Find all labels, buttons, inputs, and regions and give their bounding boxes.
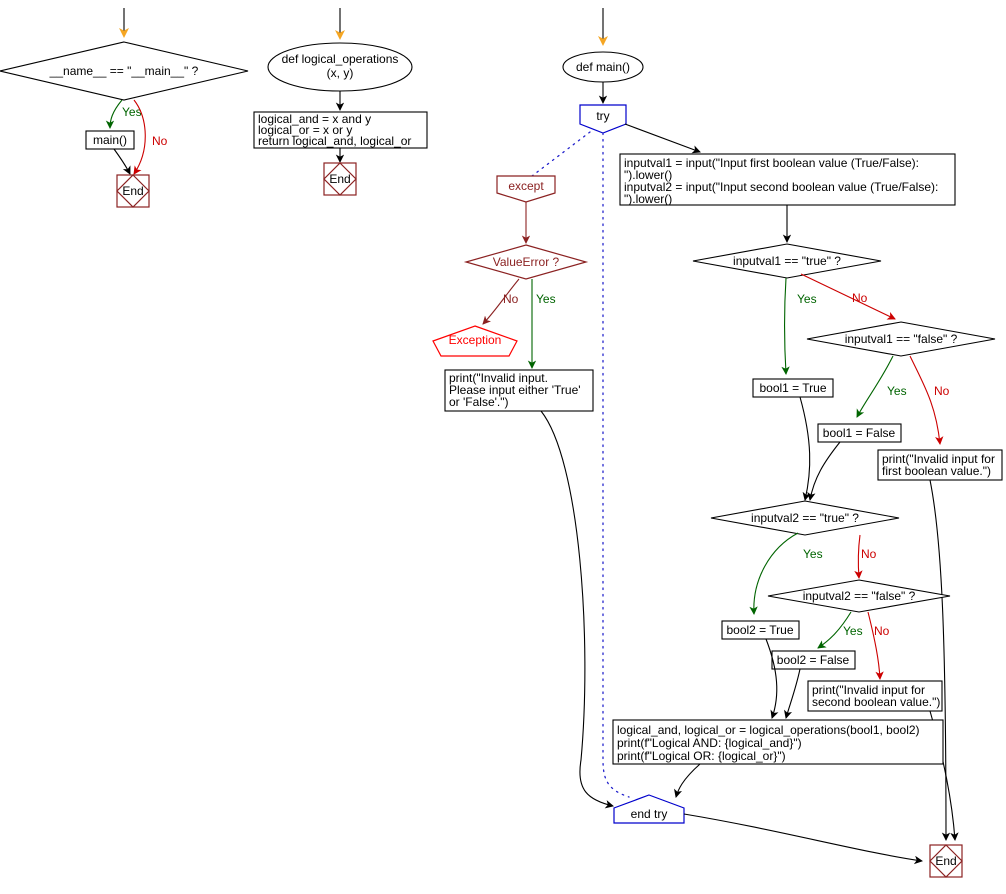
decision-inputval1-false[interactable]: inputval1 == "false" ? (806, 321, 996, 357)
process-inputs-line-4: ").lower() (624, 192, 672, 206)
edge-label-yes-inputval1-true: Yes (797, 292, 817, 306)
process-bool2-false-label: bool2 = False (777, 653, 850, 667)
edge-bool2false-to-callblock (784, 668, 801, 719)
edge-printinvalid-to-endtry (540, 410, 614, 809)
process-print-invalid-second[interactable]: print("Invalid input for second boolean … (807, 680, 943, 712)
edge-inputval1-true-yes: Yes (781, 277, 817, 375)
edge-label-no-inputval2-true: No (861, 547, 877, 561)
process-print-invalid-first[interactable]: print("Invalid input for first boolean v… (877, 449, 1003, 481)
edge-inputval2-false-no: No (867, 611, 890, 680)
decision-inputval2-false[interactable]: inputval2 == "false" ? (767, 579, 951, 613)
decision-value-error[interactable]: ValueError ? (463, 244, 589, 280)
process-bool2-true-label: bool2 = True (726, 623, 793, 637)
process-bool2-false[interactable]: bool2 = False (771, 650, 856, 670)
terminator-exception[interactable]: Exception (432, 325, 518, 357)
decision-inputval2-true-label: inputval2 == "true" ? (751, 511, 859, 525)
edge-label-yes-valueerror: Yes (536, 292, 556, 306)
function-def-logical-operations-line-2: (x, y) (327, 66, 354, 80)
process-call-block-line-3: print(f"Logical OR: {logical_or}") (617, 749, 786, 763)
edge-bool1true-to-inputval2 (799, 396, 811, 501)
edge-label-yes-inputval1-false: Yes (887, 384, 907, 398)
function-def-logical-operations[interactable]: def logical_operations (x, y) (267, 42, 413, 92)
edge-printinvalidfirst-to-end (929, 479, 951, 841)
flowchart-svg: __name__ == "__main__" ? Yes No main() E… (0, 8, 1003, 878)
terminator-end-middle-label: End (329, 172, 350, 186)
function-def-logical-operations-line-1: def logical_operations (282, 52, 399, 66)
edge-try-to-inputs (624, 123, 701, 154)
edge-inputval1-false-no: No (909, 355, 950, 445)
terminator-end-right-label: End (935, 854, 956, 868)
edge-label-no-inputval1-true: No (852, 291, 868, 305)
terminator-end-left-label: End (122, 184, 143, 198)
process-logical-body[interactable]: logical_and = x and y logical_or = x or … (253, 111, 428, 149)
edge-label-no-inputval2-false: No (874, 624, 890, 638)
process-bool2-true[interactable]: bool2 = True (721, 620, 800, 640)
process-print-invalid-first-line-2: first boolean value.") (882, 464, 991, 478)
decision-main-guard[interactable]: __name__ == "__main__" ? (0, 41, 249, 101)
edge-valueerror-yes: Yes (527, 279, 556, 369)
block-try[interactable]: try (579, 104, 627, 134)
process-call-main[interactable]: main() (85, 130, 135, 150)
process-call-block-line-1: logical_and, logical_or = logical_operat… (617, 723, 920, 737)
process-inputs[interactable]: inputval1 = input("Input first boolean v… (619, 153, 956, 206)
edge-endtry-to-end-right (683, 813, 923, 865)
terminator-end-right[interactable]: End (929, 844, 963, 878)
process-call-block[interactable]: logical_and, logical_or = logical_operat… (612, 719, 944, 765)
edge-label-yes-inputval2-true: Yes (803, 547, 823, 561)
edge-bool1false-to-inputval2 (807, 441, 841, 501)
process-call-block-line-2: print(f"Logical AND: {logical_and}") (617, 736, 802, 750)
edge-inputval2-false-yes: Yes (817, 611, 863, 649)
edge-valueerror-no: No (482, 278, 520, 325)
edge-label-no-valueerror: No (503, 292, 519, 306)
block-except-label: except (508, 179, 544, 193)
process-bool1-true-label: bool1 = True (759, 381, 826, 395)
process-bool1-false[interactable]: bool1 = False (817, 423, 902, 443)
block-end-try[interactable]: end try (613, 794, 685, 824)
block-try-label: try (596, 109, 609, 123)
decision-value-error-label: ValueError ? (493, 255, 560, 269)
decision-inputval2-true[interactable]: inputval2 == "true" ? (710, 500, 900, 536)
edge-inputval2-true-no: No (854, 534, 877, 579)
decision-inputval1-false-label: inputval1 == "false" ? (845, 332, 958, 346)
process-call-main-label: main() (93, 133, 127, 147)
edge-inputval1-false-yes: Yes (856, 355, 907, 418)
decision-inputval2-false-label: inputval2 == "false" ? (803, 589, 916, 603)
process-print-invalid-input[interactable]: print("Invalid input. Please input eithe… (444, 369, 594, 412)
process-bool1-true[interactable]: bool1 = True (752, 378, 834, 398)
process-logical-body-line-3: return logical_and, logical_or (258, 134, 411, 148)
block-except[interactable]: except (496, 175, 556, 203)
edge-label-no-inputval1-false: No (934, 384, 950, 398)
terminator-end-left[interactable]: End (116, 174, 150, 208)
edge-try-to-except (531, 131, 591, 177)
edge-label-no-main-guard: No (152, 134, 168, 148)
process-print-invalid-second-line-2: second boolean value.") (812, 695, 940, 709)
edge-callblock-to-endtry (674, 763, 701, 798)
edge-label-yes-inputval2-false: Yes (843, 624, 863, 638)
decision-main-guard-label: __name__ == "__main__" ? (49, 64, 199, 78)
decision-inputval1-true[interactable]: inputval1 == "true" ? (692, 243, 882, 279)
process-bool1-false-label: bool1 = False (823, 426, 896, 440)
function-def-main[interactable]: def main() (562, 51, 644, 83)
terminator-end-middle[interactable]: End (323, 162, 357, 196)
terminator-exception-label: Exception (449, 333, 502, 347)
decision-inputval1-true-label: inputval1 == "true" ? (733, 254, 841, 268)
edge-try-to-endtry-dotted (602, 132, 630, 798)
edge-main-to-end-left (113, 148, 131, 175)
function-def-main-label: def main() (576, 60, 630, 74)
flowchart-canvas: __name__ == "__main__" ? Yes No main() E… (0, 0, 1006, 894)
process-print-invalid-input-line-3: or 'False'.") (449, 395, 509, 409)
block-end-try-label: end try (631, 807, 668, 821)
